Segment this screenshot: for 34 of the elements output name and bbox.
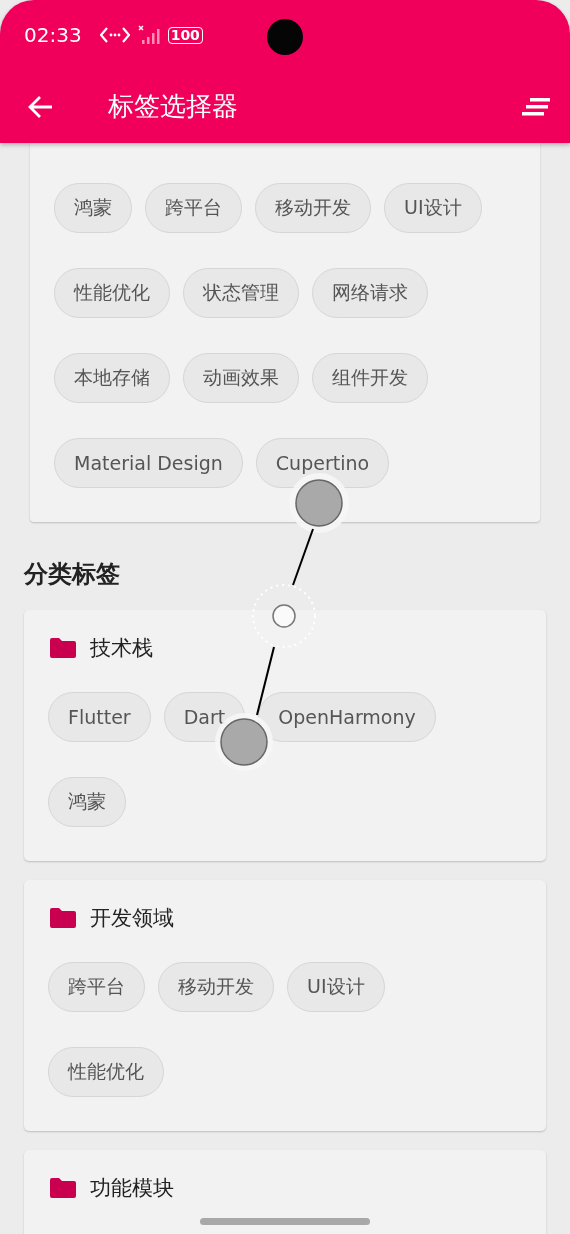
tag-chip[interactable]: 鸿蒙 [54, 183, 132, 233]
folder-icon [50, 908, 76, 928]
tag-chip[interactable]: UI设计 [384, 183, 482, 233]
tag-chip[interactable]: UI设计 [287, 962, 385, 1012]
folder-icon [50, 638, 76, 658]
battery-level: 100 [167, 26, 203, 44]
tag-chip[interactable]: OpenHarmony [258, 692, 436, 742]
tag-chip[interactable]: 移动开发 [158, 962, 274, 1012]
folder-icon [50, 1178, 76, 1198]
screen-title: 标签选择器 [108, 90, 239, 123]
signal-icon [137, 25, 162, 45]
data-transfer-icon [99, 26, 130, 44]
back-arrow-icon[interactable] [28, 94, 54, 119]
tag-chip[interactable]: 性能优化 [54, 268, 170, 318]
tag-chip[interactable]: Material Design [54, 438, 243, 488]
section-heading: 分类标签 [24, 559, 121, 590]
category-name: 功能模块 [90, 1175, 174, 1202]
tag-chip[interactable]: 本地存储 [54, 353, 170, 403]
tag-chip[interactable]: 跨平台 [48, 962, 145, 1012]
tag-chip[interactable]: Cupertino [255, 438, 390, 488]
tag-chip[interactable]: 鸿蒙 [48, 777, 126, 827]
tag-chip[interactable]: 网络请求 [312, 268, 428, 318]
category-name: 技术栈 [90, 635, 153, 662]
tag-chip[interactable]: 性能优化 [48, 1047, 164, 1097]
category-name: 开发领域 [90, 905, 174, 932]
status-time: 02:33 [24, 23, 82, 47]
tag-chip[interactable]: 移动开发 [255, 183, 371, 233]
camera-cutout [267, 19, 303, 55]
sort-icon[interactable] [522, 97, 550, 116]
tag-chip[interactable]: Flutter [48, 692, 151, 742]
tag-chip[interactable]: 状态管理 [183, 268, 299, 318]
tag-chip[interactable]: 组件开发 [312, 353, 428, 403]
tag-chip[interactable]: 动画效果 [183, 353, 299, 403]
tag-chip[interactable]: 跨平台 [145, 183, 242, 233]
